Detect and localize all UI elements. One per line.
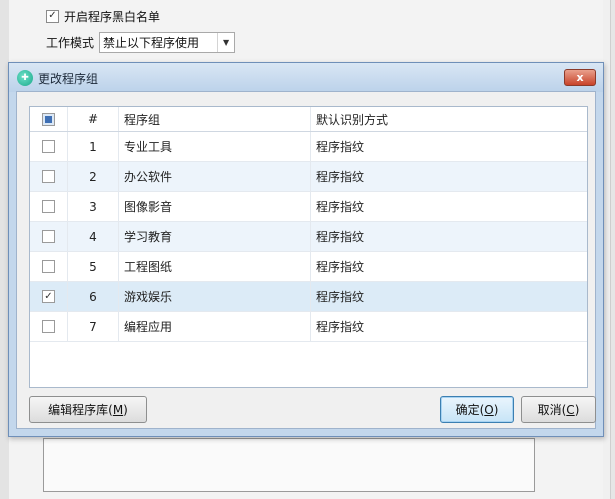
row-checkbox[interactable]: ✓ xyxy=(42,290,55,303)
change-program-group-dialog: ✚ 更改程序组 x # 程序组 默认识别方式 1 专业工具 程序指纹 2 办公软… xyxy=(8,62,604,437)
table-row[interactable]: 4 学习教育 程序指纹 xyxy=(30,222,587,252)
work-mode-label: 工作模式 xyxy=(46,35,95,50)
row-group: 编程应用 xyxy=(119,312,311,341)
table-row[interactable]: 1 专业工具 程序指纹 xyxy=(30,132,587,162)
row-num: 3 xyxy=(68,192,119,221)
table-row[interactable]: 7 编程应用 程序指纹 xyxy=(30,312,587,342)
row-checkbox[interactable] xyxy=(42,230,55,243)
row-group: 游戏娱乐 xyxy=(119,282,311,311)
row-num: 5 xyxy=(68,252,119,281)
app-icon: ✚ xyxy=(17,70,33,86)
select-all-checkbox[interactable] xyxy=(42,112,55,126)
row-checkbox[interactable] xyxy=(42,170,55,183)
dialog-title: 更改程序组 xyxy=(38,72,99,86)
table-header-row: # 程序组 默认识别方式 xyxy=(30,107,587,132)
enable-list-checkbox[interactable]: ✓ xyxy=(46,9,59,23)
cancel-button[interactable]: 取消(C) xyxy=(521,396,596,423)
dialog-titlebar[interactable]: ✚ 更改程序组 x xyxy=(9,63,603,92)
close-icon: x xyxy=(576,71,584,84)
row-num: 2 xyxy=(68,162,119,191)
row-mode: 程序指纹 xyxy=(316,320,365,334)
program-group-table: # 程序组 默认识别方式 1 专业工具 程序指纹 2 办公软件 程序指纹 3 图… xyxy=(29,106,588,388)
row-mode: 程序指纹 xyxy=(316,290,365,304)
close-button[interactable]: x xyxy=(564,69,596,86)
row-mode: 程序指纹 xyxy=(316,200,365,214)
row-checkbox[interactable] xyxy=(42,320,55,333)
ok-button[interactable]: 确定(O) xyxy=(440,396,514,423)
row-num: 4 xyxy=(68,222,119,251)
header-group[interactable]: 程序组 xyxy=(119,107,311,131)
enable-list-label: 开启程序黑白名单 xyxy=(64,9,161,24)
work-mode-row: 工作模式 禁止以下程序使用 ▼ xyxy=(46,31,236,53)
row-checkbox[interactable] xyxy=(42,260,55,273)
table-row[interactable]: 2 办公软件 程序指纹 xyxy=(30,162,587,192)
row-checkbox[interactable] xyxy=(42,140,55,153)
work-mode-select[interactable]: 禁止以下程序使用 ▼ xyxy=(99,31,236,53)
table-row[interactable]: ✓ 6 游戏娱乐 程序指纹 xyxy=(30,282,587,312)
row-group: 专业工具 xyxy=(119,132,311,161)
header-check-cell xyxy=(30,107,68,131)
dialog-body: # 程序组 默认识别方式 1 专业工具 程序指纹 2 办公软件 程序指纹 3 图… xyxy=(16,91,596,429)
header-mode[interactable]: 默认识别方式 xyxy=(311,107,587,131)
work-mode-value: 禁止以下程序使用 xyxy=(103,35,200,50)
row-num: 7 xyxy=(68,312,119,341)
row-checkbox[interactable] xyxy=(42,200,55,213)
table-row[interactable]: 3 图像影音 程序指纹 xyxy=(30,192,587,222)
row-group: 工程图纸 xyxy=(119,252,311,281)
background-list-box xyxy=(43,438,535,492)
table-row[interactable]: 5 工程图纸 程序指纹 xyxy=(30,252,587,282)
background-scrollbar[interactable] xyxy=(610,0,615,499)
row-mode: 程序指纹 xyxy=(316,140,365,154)
row-group: 图像影音 xyxy=(119,192,311,221)
row-mode: 程序指纹 xyxy=(316,230,365,244)
row-mode: 程序指纹 xyxy=(316,170,365,184)
enable-list-option[interactable]: ✓ 开启程序黑白名单 xyxy=(46,7,160,25)
header-num[interactable]: # xyxy=(68,107,119,131)
row-num: 1 xyxy=(68,132,119,161)
row-num: 6 xyxy=(68,282,119,311)
chevron-down-icon[interactable]: ▼ xyxy=(217,32,234,52)
row-group: 办公软件 xyxy=(119,162,311,191)
row-mode: 程序指纹 xyxy=(316,260,365,274)
row-group: 学习教育 xyxy=(119,222,311,251)
edit-program-library-button[interactable]: 编辑程序库(M) xyxy=(29,396,147,423)
